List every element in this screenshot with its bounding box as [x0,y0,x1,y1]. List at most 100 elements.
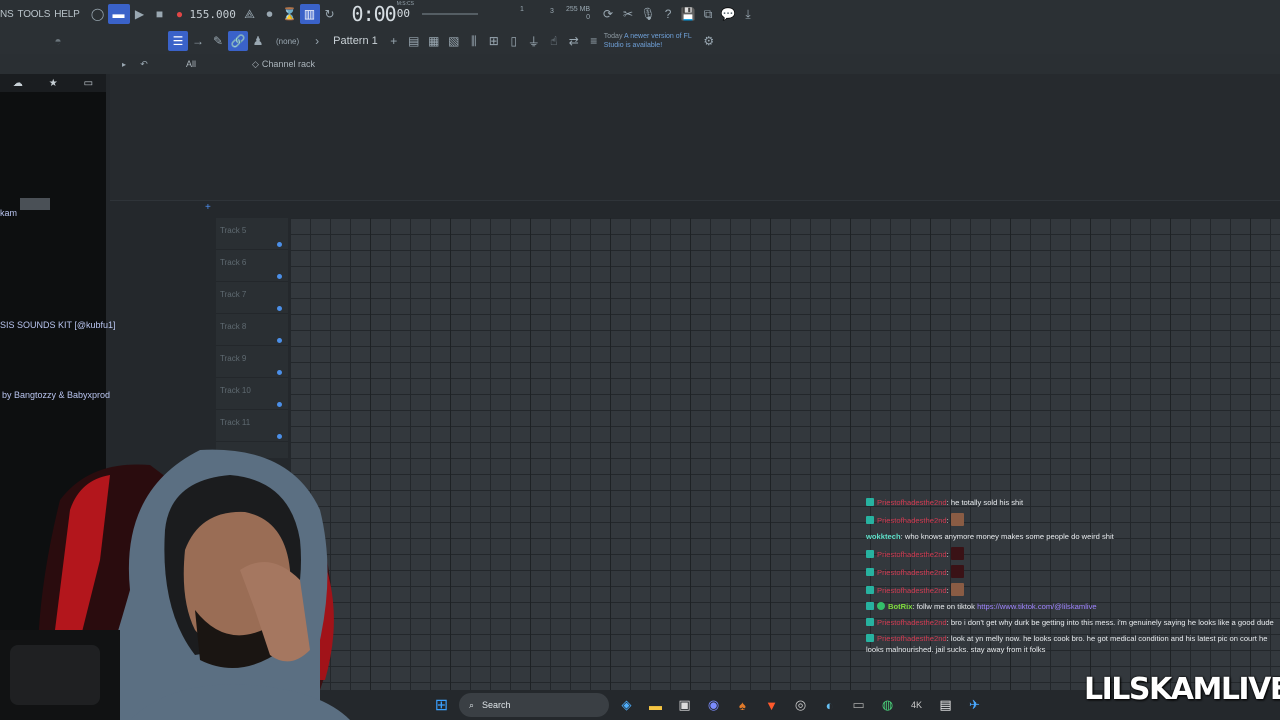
menu-item-help[interactable]: HELP [54,9,80,20]
menu-item-tools[interactable]: TOOLS [18,9,51,20]
track-row[interactable]: Track 6 [216,250,288,282]
back-icon[interactable]: ↶ [134,54,154,74]
add-pattern-button[interactable]: + [384,31,404,51]
app-icon[interactable]: ▭ [847,694,870,717]
fl-studio-icon[interactable]: ♠ [731,694,754,717]
track-row[interactable]: Track 9 [216,346,288,378]
chat-text: : who knows anymore money makes some peo… [900,532,1114,541]
track-row[interactable]: Track 8 [216,314,288,346]
help-icon[interactable]: ? [658,4,678,24]
browser-filter[interactable]: All [186,59,252,69]
track-row[interactable]: Track 10 [216,378,288,410]
track-mute-icon[interactable] [277,370,282,375]
star-icon[interactable]: ★ [49,78,58,89]
browser-item[interactable]: kam [0,208,17,218]
add-channel-icon[interactable]: + [205,202,211,213]
piano-roll-icon[interactable]: ▦ [424,31,444,51]
settings-icon[interactable]: ⚙ [699,31,719,51]
track-name: Track 5 [220,226,247,235]
loop-record-icon[interactable]: ↻ [320,4,340,24]
track-mute-icon[interactable] [277,338,282,343]
link-icon[interactable]: 🔗 [228,31,248,51]
playlist-view-icon[interactable]: ☰ [168,31,188,51]
stop-button[interactable]: ■ [150,4,170,24]
file-icon[interactable]: ▯ [504,31,524,51]
screen: NS TOOLS HELP ◯ ▬ ▶ ■ ● 155.000 ⟁ ⏺ ⌛ ▥ … [0,0,1280,720]
channel-rack-title[interactable]: ◇ Channel rack [252,59,315,70]
mixer-icon[interactable]: ⫼ [464,31,484,51]
track-mute-icon[interactable] [277,434,282,439]
tempo-display[interactable]: 155.000 [190,8,236,21]
track-mute-icon[interactable] [277,242,282,247]
chat-link[interactable]: https://www.tiktok.com/@lilskamlive [977,602,1097,611]
pattern-name[interactable]: Pattern 1 [327,35,384,47]
browser-icon[interactable]: ⊞ [484,31,504,51]
rack-divider[interactable] [110,200,1280,218]
chat-icon[interactable]: 💬 [718,4,738,24]
chat-message: Priestofhadesthe2nd: he totally sold his… [862,497,1280,508]
bird-icon[interactable]: ✈ [963,694,986,717]
chat-username: Priestofhadesthe2nd [877,618,947,627]
discord-icon[interactable]: ◉ [702,694,725,717]
track-mute-icon[interactable] [277,274,282,279]
tools-icon[interactable]: ✂ [618,4,638,24]
chrome-icon[interactable]: ◍ [876,694,899,717]
record-button[interactable]: ● [170,4,190,24]
track-name: Track 6 [220,258,247,267]
time-display[interactable]: 0:00 M:S:CS 00 [352,2,414,27]
play-button[interactable]: ▶ [130,4,150,24]
obs-icon[interactable]: ◎ [789,694,812,717]
store-icon[interactable]: ▣ [673,694,696,717]
4k-icon[interactable]: 4K [905,694,928,717]
track-row[interactable]: Track 5 [216,218,288,250]
pencil-icon[interactable]: ✎ [208,31,228,51]
browser-item[interactable]: by Bangtozzy & Babyxprod [2,390,110,400]
track-row[interactable]: Track 11 [216,410,288,442]
plugin-icon[interactable]: ⧉ [698,4,718,24]
snap-icon[interactable]: ◓ [48,31,68,51]
master-pitch-slider[interactable]: 1 3 [486,4,566,24]
undo-history-icon[interactable]: ⟳ [598,4,618,24]
save-icon[interactable]: 💾 [678,4,698,24]
brush-icon[interactable]: ♟ [248,31,268,51]
news-panel[interactable]: Today A newer version of FL Studio is av… [604,32,699,50]
plug-icon[interactable]: ⏚ [524,31,544,51]
track-mute-icon[interactable] [277,306,282,311]
pattern-selector[interactable]: (none) [268,37,307,46]
share-icon[interactable]: ⇄ [564,31,584,51]
file-explorer-icon[interactable]: ▬ [644,694,667,717]
step-edit-icon[interactable]: ▥ [299,4,320,24]
expand-icon[interactable]: ▸ [114,54,134,74]
chat-message: Priestofhadesthe2nd: [862,565,1280,578]
taskbar-search[interactable]: ⌕ Search [459,693,609,717]
capcut-icon[interactable]: ▤ [934,694,957,717]
track-mute-icon[interactable] [277,402,282,407]
metronome-icon[interactable]: ⟁ [240,4,260,24]
arrow-right-icon[interactable]: → [188,31,208,51]
countdown-icon[interactable]: ⌛ [280,4,300,24]
menu-icon[interactable]: ≡ [584,31,604,51]
cloud-icon[interactable]: ☁ [13,78,23,89]
pattern-song-toggle[interactable]: ▬ [107,4,130,24]
steam-icon[interactable]: ◐ [818,694,841,717]
copilot-icon[interactable]: ◈ [615,694,638,717]
microphone-icon[interactable]: 🎙 [638,4,658,24]
menu-item-ns[interactable]: NS [0,9,14,20]
wait-icon[interactable]: ⏺ [260,4,280,24]
download-icon[interactable]: ⤓ [738,4,758,24]
track-row[interactable]: Track 7 [216,282,288,314]
master-volume-slider[interactable] [421,13,478,15]
badge-icon [866,602,874,610]
cpu-meter-icon[interactable]: ◯ [88,4,108,24]
chat-message: Priestofhadesthe2nd: bro i don't get why… [862,617,1280,628]
chevron-right-icon[interactable]: › [307,31,327,51]
folder-icon[interactable]: ▭ [84,78,93,89]
brave-icon[interactable]: ▼ [760,694,783,717]
touch-icon[interactable]: ☝ [544,31,564,51]
playlist-icon[interactable]: ▤ [404,31,424,51]
chat-username: BotRix [888,602,913,611]
chat-message: Priestofhadesthe2nd: [862,513,1280,526]
browser-item[interactable]: SIS SOUNDS KIT [@kubfu1] [0,320,116,330]
windows-start-icon[interactable]: ⊞ [430,694,453,717]
channel-rack-icon[interactable]: ▧ [444,31,464,51]
